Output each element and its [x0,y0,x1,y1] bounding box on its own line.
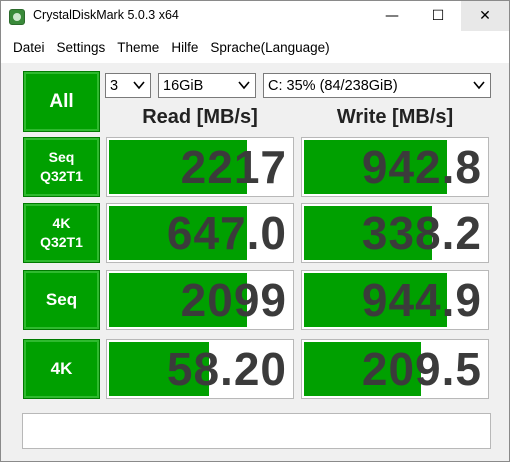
menu-sprache[interactable]: Sprache(Language) [204,40,335,55]
read-result-cell: 2217 [106,137,294,197]
menu-theme[interactable]: Theme [111,40,165,55]
chevron-down-icon [238,81,250,90]
4k-button[interactable]: 4K [23,339,100,399]
write-result-cell: 209.5 [301,339,489,399]
window-title: CrystalDiskMark 5.0.3 x64 [33,8,179,22]
4k-q32t1-button[interactable]: 4K Q32T1 [23,203,100,263]
row-label-line1: 4K [52,215,71,232]
write-value: 944.9 [361,274,482,326]
app-window: CrystalDiskMark 5.0.3 x64 — ☐ ✕ Datei Se… [0,0,510,462]
read-value: 647.0 [166,207,287,259]
read-value: 2099 [180,274,287,326]
write-result-cell: 338.2 [301,203,489,263]
row-label-line1: Seq [48,149,75,166]
test-size-select[interactable]: 16GiB [158,73,256,98]
chevron-down-icon [473,81,485,90]
chevron-down-icon [133,81,145,90]
test-count-value: 3 [110,77,119,94]
close-button[interactable]: ✕ [461,1,509,31]
write-value: 338.2 [361,207,482,259]
comment-field[interactable] [22,413,491,449]
read-result-cell: 647.0 [106,203,294,263]
seq-q32t1-button[interactable]: Seq Q32T1 [23,137,100,197]
maximize-button[interactable]: ☐ [415,1,461,31]
write-value: 942.8 [361,141,482,193]
row-label-line1: 4K [50,358,73,378]
drive-value: C: 35% (84/238GiB) [268,77,398,94]
title-bar[interactable]: CrystalDiskMark 5.0.3 x64 — ☐ ✕ [1,1,509,32]
write-result-cell: 944.9 [301,270,489,330]
app-logo-icon [9,9,25,25]
test-count-select[interactable]: 3 [105,73,151,98]
drive-select[interactable]: C: 35% (84/238GiB) [263,73,491,98]
benchmark-panel: All 3 16GiB C: 35% (84/238GiB) Read [MB/… [8,63,502,457]
read-value: 2217 [180,141,287,193]
read-column-header: Read [MB/s] [142,106,258,128]
write-value: 209.5 [361,343,482,395]
menu-settings[interactable]: Settings [51,40,112,55]
read-result-cell: 2099 [106,270,294,330]
minimize-button[interactable]: — [369,1,415,31]
read-value: 58.20 [166,343,287,395]
row-label-line2: Q32T1 [40,234,83,250]
menu-hilfe[interactable]: Hilfe [165,40,204,55]
row-label-line1: Seq [45,289,78,309]
row-label-line2: Q32T1 [40,168,83,184]
menu-bar: Datei Settings Theme Hilfe Sprache(Langu… [1,32,509,63]
test-size-value: 16GiB [163,77,204,94]
seq-button[interactable]: Seq [23,270,100,330]
write-result-cell: 942.8 [301,137,489,197]
menu-datei[interactable]: Datei [7,40,51,55]
read-result-cell: 58.20 [106,339,294,399]
write-column-header: Write [MB/s] [336,106,454,128]
run-all-button[interactable]: All [23,71,100,132]
